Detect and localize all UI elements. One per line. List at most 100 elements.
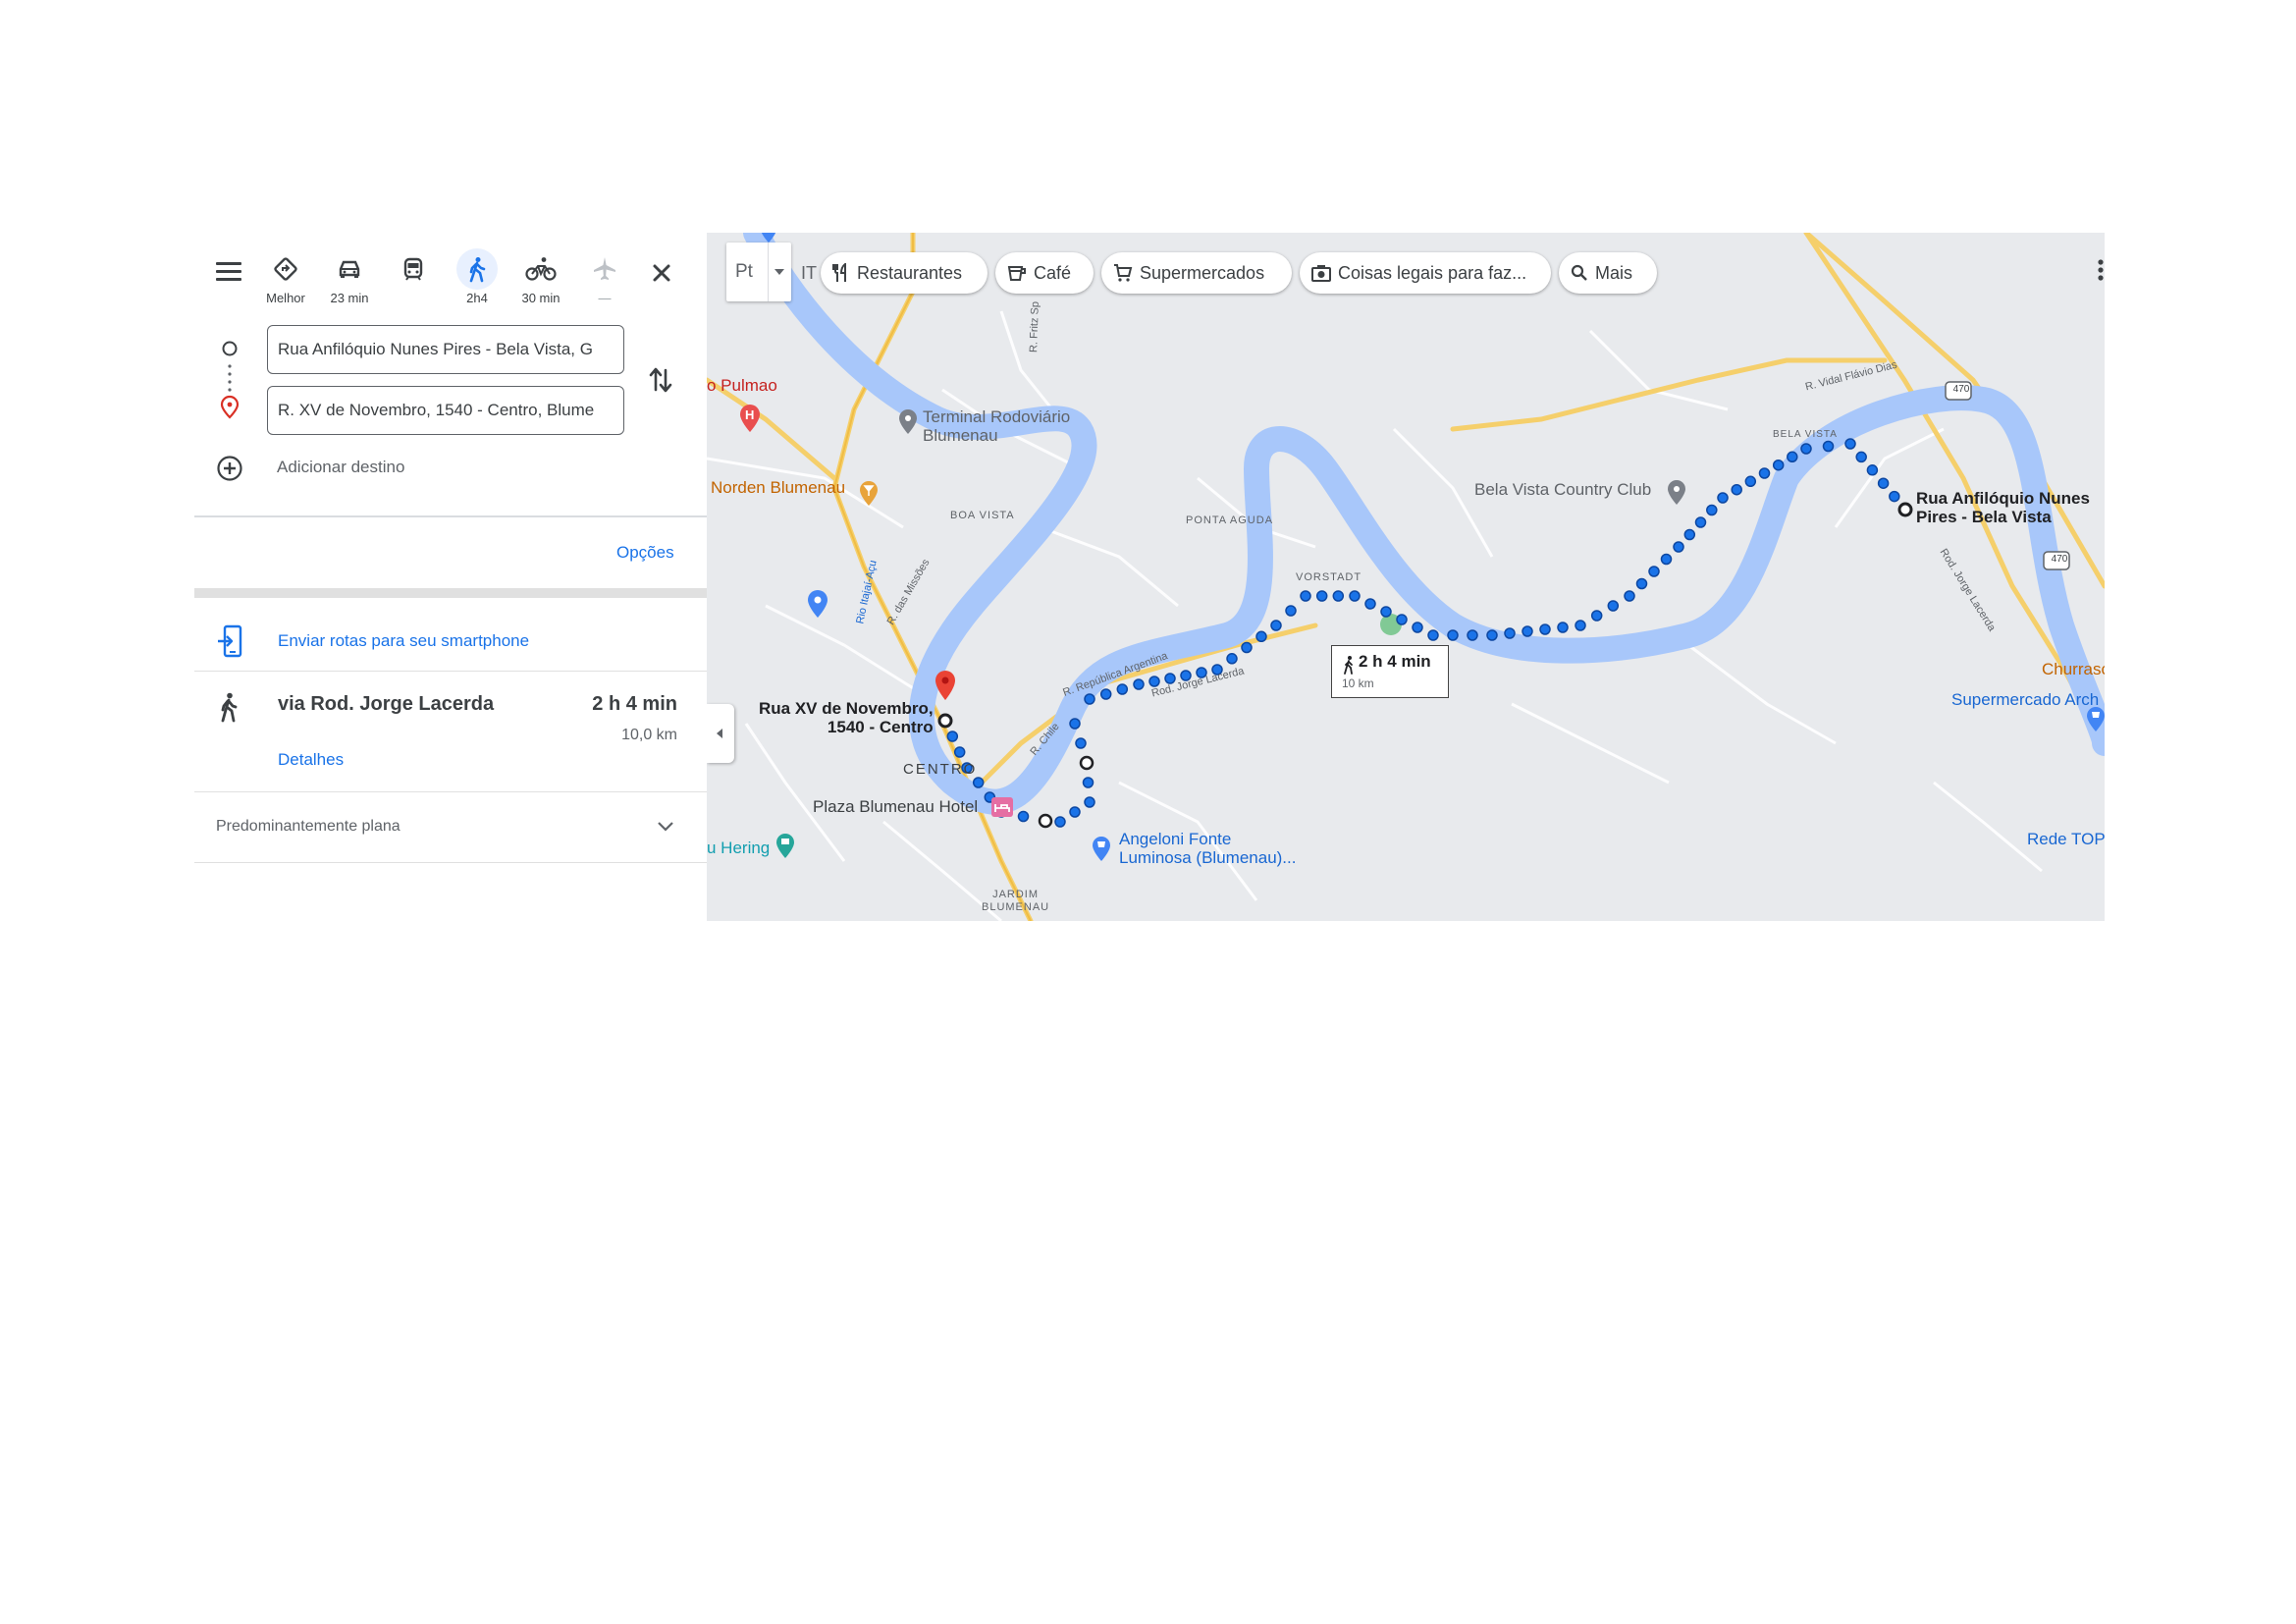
area-label: BELA VISTA	[1773, 429, 1838, 440]
hospital-pin-icon[interactable]: H	[740, 405, 760, 432]
close-directions-button[interactable]	[647, 258, 676, 288]
route-dot	[1539, 623, 1551, 635]
museum-pin-icon[interactable]	[776, 834, 794, 858]
place-pin-icon[interactable]	[808, 590, 828, 618]
layer-toggle-label: Pt	[735, 261, 753, 282]
filter-chip-label: Restaurantes	[857, 262, 963, 283]
route-dot	[1575, 620, 1586, 631]
options-link[interactable]: Opções	[616, 543, 674, 563]
route-dot	[1648, 566, 1660, 577]
add-destination-button[interactable]: Adicionar destino	[214, 451, 508, 486]
car-icon	[329, 248, 370, 290]
route-dot	[1772, 459, 1785, 471]
mode-car-button[interactable]: 23 min	[322, 248, 377, 305]
mode-flight-button[interactable]: —	[577, 248, 632, 305]
mode-bike-button[interactable]: 30 min	[513, 248, 568, 305]
highway-shield-label: 470	[2051, 554, 2068, 565]
route-dot	[1396, 614, 1408, 625]
route-dot	[1889, 490, 1900, 503]
origin-marker[interactable]	[1897, 502, 1913, 517]
bus-terminal-pin-icon[interactable]	[899, 409, 917, 434]
terrain-expander[interactable]: Predominantemente plana	[194, 792, 707, 861]
mode-flight-label: —	[598, 291, 612, 305]
add-circle-icon	[217, 456, 242, 481]
supermercado-label: Supermercado Arch	[1951, 690, 2100, 709]
churrasc-label: Churrasc	[2042, 660, 2105, 678]
filter-chip-cafe[interactable]: Café	[995, 252, 1094, 294]
filter-chip-more[interactable]: Mais	[1559, 252, 1657, 294]
route-dot	[1866, 464, 1879, 476]
divider	[768, 243, 769, 301]
truncated-chip[interactable]: IT	[801, 263, 817, 284]
area-label: BOA VISTA	[950, 510, 1015, 521]
route-dot	[1364, 598, 1376, 610]
filter-chip-label: Café	[1034, 262, 1072, 283]
plaza-hotel-label: Plaza Blumenau Hotel	[813, 797, 979, 816]
route-dot	[1504, 627, 1516, 639]
route-dot	[1855, 451, 1867, 463]
country-club-pin-icon[interactable]	[1668, 480, 1685, 505]
route-dot	[1877, 477, 1890, 489]
route-dot	[1694, 516, 1707, 528]
angeloni-label: Angeloni Fonte Luminosa (Blumenau)...	[1119, 830, 1296, 867]
hamburger-menu-icon[interactable]	[216, 262, 241, 282]
area-label: CENTRO	[903, 761, 978, 778]
route-dot	[1822, 440, 1835, 453]
destination-label-line: 1540 - Centro	[827, 718, 934, 736]
route-dot	[1758, 467, 1771, 479]
route-dot	[1069, 718, 1081, 730]
destination-label-line: Rua XV de Novembro,	[759, 699, 934, 718]
mode-best-button[interactable]: Melhor	[258, 248, 313, 305]
collapse-panel-button[interactable]	[707, 704, 734, 763]
mode-best-label: Melhor	[266, 291, 305, 305]
route-dot	[1255, 630, 1267, 643]
route-dot	[1241, 641, 1253, 654]
cart-icon	[1114, 264, 1133, 282]
origin-label-line: Pires - Bela Vista	[1916, 508, 2052, 526]
norden-label: Norden Blumenau	[711, 478, 846, 497]
route-duration-bubble[interactable]: 2 h 4 min 10 km	[1331, 645, 1449, 698]
destination-pin-icon[interactable]	[935, 671, 955, 729]
route-details-link[interactable]: Detalhes	[278, 750, 344, 770]
terrain-label: Predominantemente plana	[216, 818, 400, 835]
route-dot	[1467, 629, 1478, 641]
swap-arrows-icon	[649, 367, 672, 393]
filter-chip-restaurants[interactable]: Restaurantes	[821, 252, 988, 294]
route-dot	[1226, 653, 1238, 665]
airplane-icon	[584, 248, 625, 290]
route-dot	[1380, 606, 1392, 618]
chevron-down-icon	[658, 822, 673, 832]
route-dot	[1315, 590, 1328, 602]
mode-walk-button[interactable]: 2h4	[450, 248, 505, 305]
mode-walk-label: 2h4	[466, 291, 488, 305]
route-dot	[1624, 590, 1635, 602]
filter-chip-things-to-do[interactable]: Coisas legais para faz...	[1300, 252, 1551, 294]
area-label: VORSTADT	[1296, 571, 1362, 583]
swap-origin-destination-button[interactable]	[646, 362, 675, 398]
mode-transit-button[interactable]	[386, 248, 441, 291]
destination-map-label: Rua XV de Novembro, 1540 - Centro	[759, 699, 934, 736]
origin-input[interactable]: Rua Anfilóquio Nunes Pires - Bela Vista,…	[267, 325, 624, 374]
map-canvas[interactable]: H 2 h 4 min 10 km Rua Anfilóquio Nunes P…	[707, 233, 2105, 921]
divider	[194, 515, 707, 517]
filter-chip-label: Supermercados	[1140, 262, 1265, 283]
filter-chip-supermarkets[interactable]: Supermercados	[1101, 252, 1292, 294]
travel-mode-bar: Melhor 23 min 2h4 30 min —	[194, 233, 707, 311]
svg-text:H: H	[745, 407, 754, 422]
route-dot	[1683, 528, 1696, 541]
layer-toggle-button[interactable]: Pt	[726, 243, 791, 301]
route-stops-indicator	[220, 341, 240, 419]
route-dot	[1075, 737, 1087, 749]
route-dot	[1054, 816, 1066, 828]
hotel-pin-icon[interactable]	[991, 797, 1013, 817]
fork-knife-icon	[832, 263, 846, 282]
route-dot	[1148, 676, 1160, 687]
route-distance: 10,0 km	[621, 727, 677, 743]
more-options-icon[interactable]	[2097, 258, 2105, 284]
shopping-pin-icon[interactable]	[1093, 837, 1110, 861]
route-dot	[1706, 504, 1718, 516]
send-to-phone-button[interactable]: Enviar rotas para seu smartphone	[194, 611, 707, 670]
terminal-label: Terminal Rodoviário Blumenau	[923, 407, 1070, 445]
destination-input[interactable]: R. XV de Novembro, 1540 - Centro, Blume	[267, 386, 624, 435]
route-option[interactable]: via Rod. Jorge Lacerda 2 h 4 min 10,0 km…	[194, 672, 707, 789]
